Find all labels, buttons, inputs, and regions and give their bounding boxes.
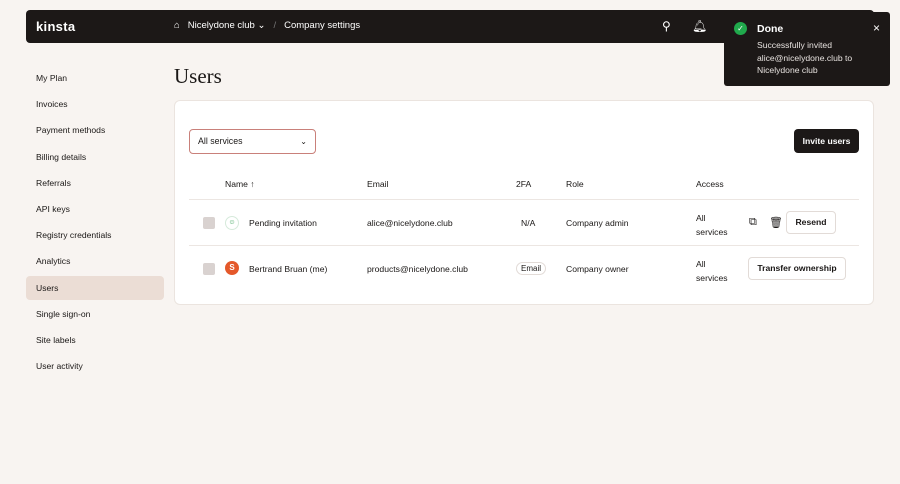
- toast-title: Done: [757, 23, 784, 35]
- invite-users-button[interactable]: Invite users: [794, 129, 859, 153]
- toast-notification: ✓ Done Successfully invited alice@nicely…: [724, 12, 890, 86]
- breadcrumb: ⌂ Nicelydone club ⌄ / Company settings: [174, 20, 360, 31]
- user-name: Bertrand Bruan (me): [249, 264, 328, 274]
- trash-icon[interactable]: 🗑︎: [769, 216, 783, 229]
- company-switcher[interactable]: Nicelydone club ⌄: [188, 20, 266, 31]
- sidebar-item-registry-credentials[interactable]: Registry credentials: [26, 223, 164, 247]
- toast-message: Successfully invited alice@nicelydone.cl…: [757, 40, 853, 75]
- copy-icon[interactable]: ⧉: [749, 216, 757, 229]
- close-icon[interactable]: ×: [873, 21, 880, 35]
- user-icon: ☺: [225, 216, 239, 230]
- user-access: All services: [696, 213, 728, 237]
- user-role: Company admin: [566, 218, 629, 228]
- sidebar-item-user-activity[interactable]: User activity: [26, 354, 164, 378]
- user-2fa: N/A: [521, 218, 536, 228]
- page-title: Users: [174, 64, 222, 88]
- sidebar-item-payment-methods[interactable]: Payment methods: [26, 118, 164, 142]
- user-email: alice@nicelydone.club: [367, 218, 453, 228]
- sidebar-item-site-labels[interactable]: Site labels: [26, 328, 164, 352]
- user-name: Pending invitation: [249, 218, 317, 228]
- sidebar-item-billing-details[interactable]: Billing details: [26, 145, 164, 169]
- breadcrumb-current: Company settings: [284, 20, 361, 31]
- user-email: products@nicelydone.club: [367, 264, 468, 274]
- col-access: Access: [696, 179, 724, 189]
- transfer-ownership-button[interactable]: Transfer ownership: [748, 257, 846, 280]
- chevron-down-icon: ⌄: [300, 137, 307, 146]
- row-checkbox[interactable]: [203, 263, 215, 275]
- sidebar-item-api-keys[interactable]: API keys: [26, 197, 164, 221]
- sidebar-item-analytics[interactable]: Analytics: [26, 249, 164, 273]
- col-role: Role: [566, 179, 584, 189]
- breadcrumb-separator: /: [273, 20, 277, 31]
- services-filter[interactable]: All services ⌄: [189, 129, 316, 154]
- user-access: All services: [696, 259, 728, 283]
- sidebar-item-referrals[interactable]: Referrals: [26, 171, 164, 195]
- bell-icon[interactable]: 🔔︎: [692, 19, 707, 33]
- sidebar-item-users[interactable]: Users: [26, 275, 164, 300]
- sidebar: My Plan Invoices Payment methods Billing…: [26, 66, 164, 380]
- search-icon[interactable]: ⚲: [662, 19, 671, 33]
- users-card: All services ⌄ Invite users Name ↑ Email …: [174, 100, 874, 305]
- row-checkbox[interactable]: [203, 217, 215, 229]
- check-circle-icon: ✓: [734, 22, 747, 35]
- home-icon[interactable]: ⌂: [174, 20, 180, 31]
- avatar: S: [225, 261, 239, 275]
- user-role: Company owner: [566, 264, 629, 274]
- col-name[interactable]: Name ↑: [225, 179, 255, 189]
- col-email: Email: [367, 179, 389, 189]
- resend-button[interactable]: Resend: [786, 211, 836, 234]
- sidebar-item-invoices[interactable]: Invoices: [26, 92, 164, 116]
- sidebar-item-sso[interactable]: Single sign-on: [26, 302, 164, 326]
- kinsta-logo[interactable]: kinsta: [36, 19, 75, 34]
- col-2fa: 2FA: [516, 179, 532, 189]
- 2fa-badge: Email: [516, 262, 547, 275]
- sidebar-item-my-plan[interactable]: My Plan: [26, 66, 164, 90]
